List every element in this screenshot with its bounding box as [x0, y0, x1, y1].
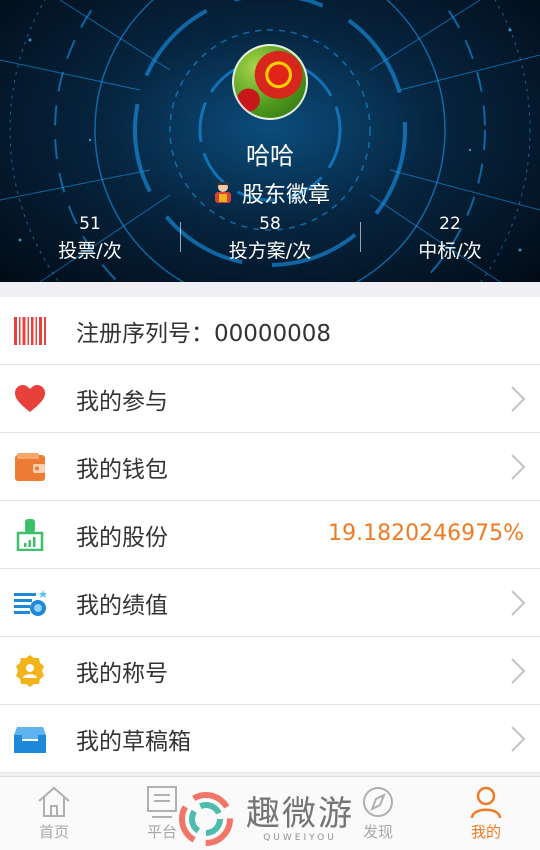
- medal-icon: [14, 654, 46, 687]
- chevron-right-icon: [511, 386, 526, 412]
- stats-row: 51 投票/次 58 投方案/次 22 中标/次: [0, 212, 540, 268]
- my-performance-row[interactable]: 我的绩值: [0, 569, 540, 637]
- my-title-label: 我的称号: [76, 660, 168, 687]
- stat-divider: [360, 222, 361, 252]
- stat-proposals-label: 投方案/次: [228, 240, 312, 262]
- wallet-icon: [14, 451, 46, 483]
- stat-votes[interactable]: 51 投票/次: [0, 212, 180, 268]
- profile-header: 哈哈 股东徽章 51 投票/次 58 投方案/次 22 中标/次: [0, 0, 540, 282]
- my-performance-label: 我的绩值: [76, 592, 168, 619]
- stat-wins[interactable]: 22 中标/次: [360, 212, 540, 268]
- shares-percentage: 19.1820246975%: [328, 521, 524, 546]
- tab-platform-label: 平台: [146, 823, 177, 841]
- my-shares-label: 我的股份: [76, 524, 168, 551]
- barcode-icon: [14, 315, 46, 347]
- my-drafts-row[interactable]: 我的草稿箱: [0, 705, 540, 773]
- watermark-text: 趣微游: [246, 794, 354, 834]
- stat-votes-value: 51: [79, 214, 101, 234]
- chevron-right-icon: [511, 726, 526, 752]
- tab-discover-label: 发现: [362, 823, 393, 841]
- tab-mine[interactable]: 我的: [432, 777, 540, 850]
- watermark-subtext: QUWEIYOU: [263, 833, 337, 843]
- chevron-right-icon: [511, 454, 526, 480]
- my-participation-label: 我的参与: [76, 388, 168, 415]
- serial-number-row: 注册序列号：00000008: [0, 297, 540, 365]
- shareholder-badge: 股东徽章: [0, 177, 540, 209]
- my-drafts-label: 我的草稿箱: [76, 728, 191, 755]
- stat-wins-label: 中标/次: [418, 240, 482, 262]
- compass-icon: [363, 787, 393, 817]
- tab-home[interactable]: 首页: [0, 777, 108, 850]
- stat-proposals-value: 58: [259, 214, 281, 234]
- shareholder-badge-icon: [210, 180, 236, 206]
- stat-proposals[interactable]: 58 投方案/次: [180, 212, 360, 268]
- stat-wins-value: 22: [439, 214, 461, 234]
- watermark-logo-icon: [179, 792, 233, 846]
- my-title-row[interactable]: 我的称号: [0, 637, 540, 705]
- stock-certificate-icon: [14, 518, 46, 551]
- stat-divider: [180, 222, 181, 252]
- platform-icon: [147, 786, 177, 818]
- home-icon: [38, 786, 70, 817]
- badge-label: 股东徽章: [241, 183, 330, 208]
- tab-home-label: 首页: [38, 823, 69, 841]
- username: 哈哈: [246, 142, 294, 170]
- performance-chart-icon: [14, 587, 46, 619]
- menu-list: 注册序列号：00000008 我的参与 我的钱包 我的股份 19.1820246…: [0, 297, 540, 773]
- inbox-tray-icon: [14, 723, 46, 755]
- chevron-right-icon: [511, 658, 526, 684]
- my-shares-row[interactable]: 我的股份 19.1820246975%: [0, 501, 540, 569]
- user-avatar[interactable]: [232, 44, 308, 120]
- user-icon: [470, 786, 502, 819]
- watermark: 趣微游 QUWEIYOU: [178, 790, 354, 848]
- my-wallet-label: 我的钱包: [76, 456, 168, 483]
- stat-votes-label: 投票/次: [58, 240, 122, 262]
- my-participation-row[interactable]: 我的参与: [0, 365, 540, 433]
- chevron-right-icon: [511, 590, 526, 616]
- heart-icon: [14, 383, 46, 415]
- my-wallet-row[interactable]: 我的钱包: [0, 433, 540, 501]
- tab-mine-label: 我的: [470, 823, 501, 841]
- serial-number-label: 注册序列号：00000008: [76, 320, 332, 347]
